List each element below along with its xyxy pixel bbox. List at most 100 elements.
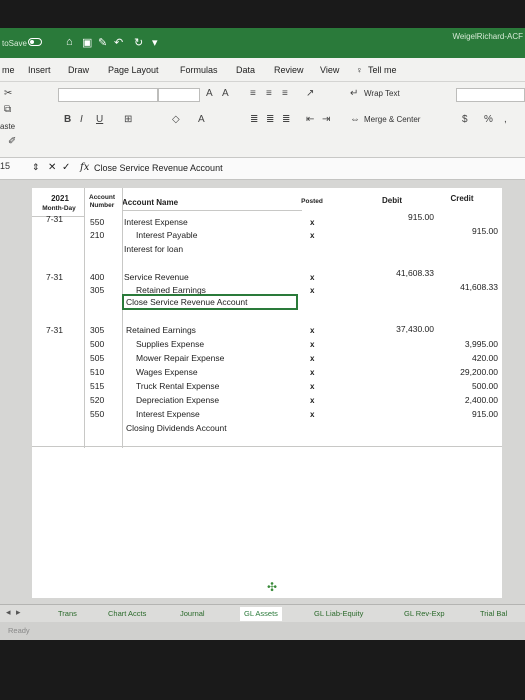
underline-button[interactable]: U xyxy=(96,114,103,125)
next-sheet-icon[interactable]: ▸ xyxy=(16,607,21,618)
wrap-text-icon[interactable]: ↵ xyxy=(350,88,358,99)
orientation-icon[interactable]: ↗ xyxy=(306,88,314,99)
sheet-tab-journal[interactable]: Journal xyxy=(176,607,209,621)
entry1-row2-name[interactable]: Interest Payable xyxy=(136,230,197,240)
fx-icon[interactable]: fx xyxy=(80,162,89,173)
tab-page-layout[interactable]: Page Layout xyxy=(108,65,159,75)
entry3-row7-name[interactable]: Interest Expense xyxy=(136,409,200,419)
entry2-row1-number[interactable]: 400 xyxy=(90,272,104,282)
font-color-icon[interactable]: A xyxy=(198,114,205,125)
entry1-row1-name[interactable]: Interest Expense xyxy=(124,217,188,227)
sheet-tab-trans[interactable]: Trans xyxy=(54,607,81,621)
italic-button[interactable]: I xyxy=(80,114,83,125)
home-icon[interactable]: ⌂ xyxy=(66,36,73,48)
sheet-tab-gl-assets[interactable]: GL Assets xyxy=(240,607,282,621)
entry3-row6-name[interactable]: Depreciation Expense xyxy=(136,395,219,405)
entry1-row1-debit[interactable]: 915.00 xyxy=(362,212,434,222)
tab-review[interactable]: Review xyxy=(274,65,304,75)
user-name[interactable]: WeigelRichard-ACF xyxy=(452,32,523,41)
align-bottom-icon[interactable]: ≡ xyxy=(282,88,288,99)
entry3-row1-debit[interactable]: 37,430.00 xyxy=(362,324,434,334)
entry3-row5-number[interactable]: 515 xyxy=(90,381,104,391)
entry1-row2-credit[interactable]: 915.00 xyxy=(432,226,498,236)
enter-icon[interactable]: ✓ xyxy=(62,162,70,173)
entry2-row1-name[interactable]: Service Revenue xyxy=(124,272,189,282)
entry1-row1-number[interactable]: 550 xyxy=(90,217,104,227)
entry3-memo[interactable]: Closing Dividends Account xyxy=(126,423,227,433)
entry3-row1-name[interactable]: Retained Earnings xyxy=(126,325,196,335)
indent-increase-icon[interactable]: ⇥ xyxy=(322,114,330,125)
format-painter-icon[interactable]: ✐ xyxy=(8,136,16,147)
entry1-memo[interactable]: Interest for loan xyxy=(124,244,183,254)
tab-insert[interactable]: Insert xyxy=(28,65,51,75)
entry3-row4-number[interactable]: 510 xyxy=(90,367,104,377)
increase-font-icon[interactable]: A xyxy=(206,88,213,99)
entry3-row4-name[interactable]: Wages Expense xyxy=(136,367,198,377)
entry1-row2-number[interactable]: 210 xyxy=(90,230,104,240)
comma-button[interactable]: , xyxy=(504,114,507,125)
percent-button[interactable]: % xyxy=(484,114,493,125)
name-box-dropdown-icon[interactable]: ⇕ xyxy=(32,162,40,173)
formula-content[interactable]: Close Service Revenue Account xyxy=(94,163,223,173)
entry3-row5-name[interactable]: Truck Rental Expense xyxy=(136,381,219,391)
copy-icon[interactable]: ⧉ xyxy=(4,104,11,115)
currency-button[interactable]: $ xyxy=(462,114,468,125)
entry3-row1-number[interactable]: 305 xyxy=(90,325,104,335)
entry2-row2-number[interactable]: 305 xyxy=(90,285,104,295)
merge-center-button[interactable]: Merge & Center xyxy=(364,115,420,124)
tab-draw[interactable]: Draw xyxy=(68,65,89,75)
entry1-date[interactable]: 7-31 xyxy=(46,214,63,224)
align-top-icon[interactable]: ≡ xyxy=(250,88,256,99)
entry1-row1-posted[interactable]: x xyxy=(310,218,314,227)
entry2-row2-credit[interactable]: 41,608.33 xyxy=(432,282,498,292)
entry1-row2-posted[interactable]: x xyxy=(310,231,314,240)
entry3-row6-number[interactable]: 520 xyxy=(90,395,104,405)
align-middle-icon[interactable]: ≡ xyxy=(266,88,272,99)
entry3-row7-posted[interactable]: x xyxy=(310,410,314,419)
entry3-row6-credit[interactable]: 2,400.00 xyxy=(432,395,498,405)
merge-center-icon[interactable]: ⇔ xyxy=(350,114,360,125)
entry3-row2-credit[interactable]: 3,995.00 xyxy=(432,339,498,349)
decrease-font-icon[interactable]: A xyxy=(222,88,229,99)
entry3-row5-posted[interactable]: x xyxy=(310,382,314,391)
tab-home[interactable]: me xyxy=(2,65,15,75)
redo-icon[interactable]: ↻ xyxy=(134,36,143,49)
align-center-icon[interactable]: ≣ xyxy=(266,114,274,125)
indent-decrease-icon[interactable]: ⇤ xyxy=(306,114,314,125)
entry3-row3-posted[interactable]: x xyxy=(310,354,314,363)
sheet-tab-chart-accts[interactable]: Chart Accts xyxy=(104,607,150,621)
entry3-row3-name[interactable]: Mower Repair Expense xyxy=(136,353,224,363)
sheet-tab-gl-liab-equity[interactable]: GL Liab-Equity xyxy=(310,607,367,621)
autosave-toggle[interactable] xyxy=(28,38,42,46)
tab-data[interactable]: Data xyxy=(236,65,255,75)
entry2-memo[interactable]: Close Service Revenue Account xyxy=(126,297,247,307)
font-name-select[interactable] xyxy=(58,88,158,102)
fill-color-icon[interactable]: ◇ xyxy=(172,114,180,125)
entry2-date[interactable]: 7-31 xyxy=(46,272,63,282)
entry3-row4-posted[interactable]: x xyxy=(310,368,314,377)
bold-button[interactable]: B xyxy=(64,114,71,125)
wrap-text-button[interactable]: Wrap Text xyxy=(364,89,400,98)
sheet-tab-gl-rev-exp[interactable]: GL Rev-Exp xyxy=(400,607,449,621)
entry3-date[interactable]: 7-31 xyxy=(46,325,63,335)
entry3-row6-posted[interactable]: x xyxy=(310,396,314,405)
entry2-row1-posted[interactable]: x xyxy=(310,273,314,282)
number-format-select[interactable] xyxy=(456,88,525,102)
cancel-icon[interactable]: ✕ xyxy=(48,162,56,173)
more-icon[interactable]: ▾ xyxy=(152,36,158,49)
entry3-row3-number[interactable]: 505 xyxy=(90,353,104,363)
entry2-row1-debit[interactable]: 41,608.33 xyxy=(362,268,434,278)
prev-sheet-icon[interactable]: ◂ xyxy=(6,607,11,618)
edit-icon[interactable]: ✎ xyxy=(98,36,107,49)
align-left-icon[interactable]: ≣ xyxy=(250,114,258,125)
search-icon[interactable]: ♀ xyxy=(356,65,363,75)
entry3-row7-credit[interactable]: 915.00 xyxy=(432,409,498,419)
entry3-row3-credit[interactable]: 420.00 xyxy=(432,353,498,363)
cut-icon[interactable]: ✂ xyxy=(4,88,12,99)
undo-icon[interactable]: ↶ xyxy=(114,36,123,49)
tab-formulas[interactable]: Formulas xyxy=(180,65,218,75)
borders-icon[interactable]: ⊞ xyxy=(124,114,132,125)
entry3-row2-number[interactable]: 500 xyxy=(90,339,104,349)
entry2-row2-posted[interactable]: x xyxy=(310,286,314,295)
save-icon[interactable]: ▣ xyxy=(82,36,92,49)
